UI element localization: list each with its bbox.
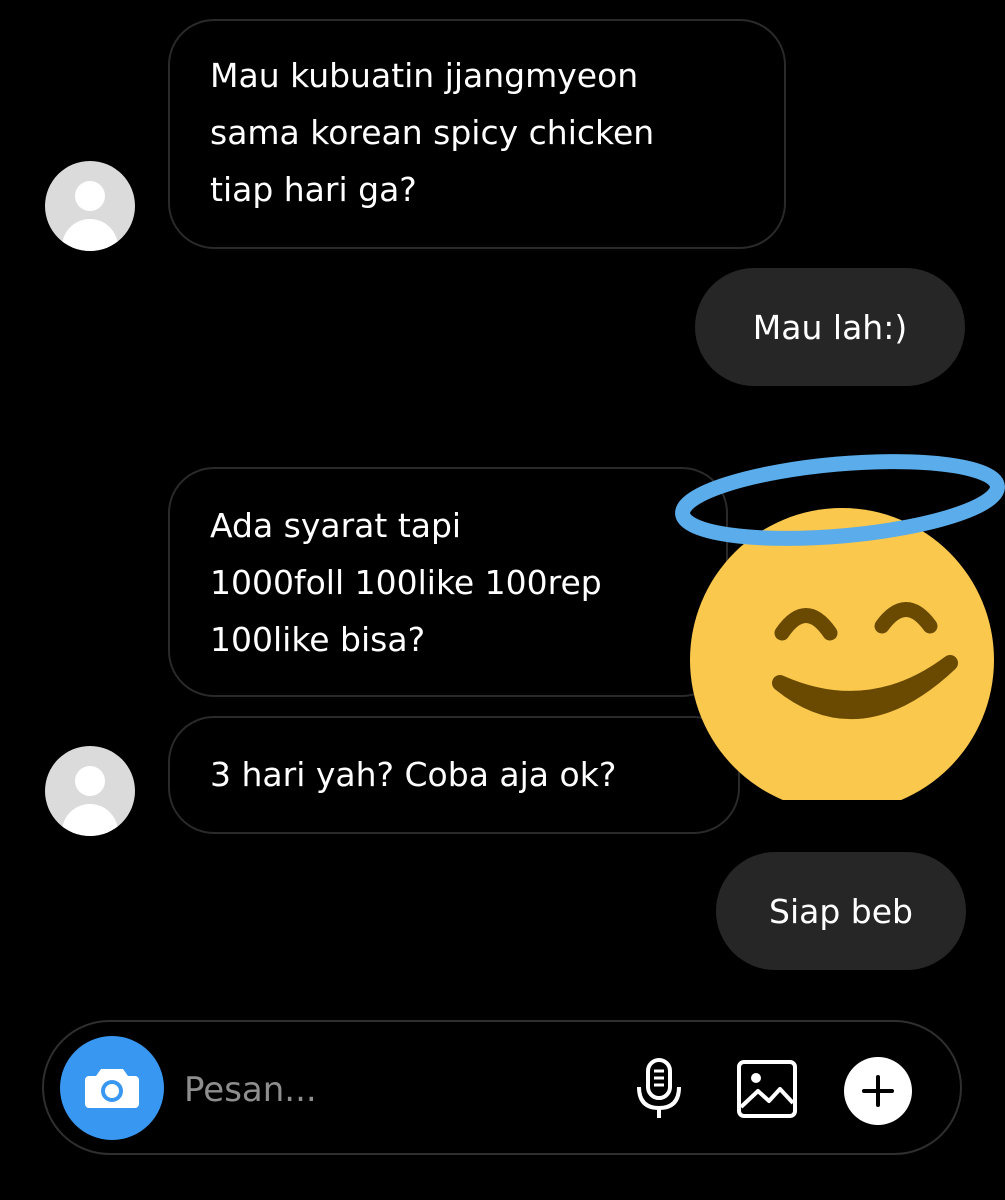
message-text-line: sama korean spicy chicken bbox=[210, 113, 655, 152]
image-gallery-icon bbox=[737, 1060, 797, 1118]
message-input[interactable] bbox=[184, 1062, 604, 1118]
message-text-line: tiap hari ga? bbox=[210, 170, 417, 209]
sender-avatar[interactable] bbox=[45, 746, 135, 836]
microphone-icon bbox=[637, 1058, 681, 1118]
avatar-head bbox=[75, 181, 105, 211]
message-text-line: Mau kubuatin jjangmyeon bbox=[210, 56, 639, 95]
smiling-face-with-halo-icon bbox=[675, 454, 1005, 800]
camera-button[interactable] bbox=[60, 1036, 164, 1140]
incoming-message-bubble[interactable]: Ada syarat tapi 1000foll 100like 100rep … bbox=[168, 467, 728, 697]
message-text-line: 100like bisa? bbox=[210, 620, 426, 659]
message-text: Mau lah:) bbox=[752, 307, 908, 347]
sender-avatar[interactable] bbox=[45, 161, 135, 251]
outgoing-message-bubble[interactable]: Mau lah:) bbox=[695, 268, 965, 386]
camera-icon bbox=[85, 1069, 139, 1108]
message-text-line: Ada syarat tapi bbox=[210, 506, 462, 545]
avatar-body bbox=[62, 219, 118, 251]
gallery-button[interactable] bbox=[734, 1057, 800, 1121]
message-text: Siap beb bbox=[769, 891, 913, 931]
message-composer bbox=[42, 1020, 962, 1155]
plus-icon bbox=[862, 1075, 894, 1107]
avatar-head bbox=[75, 766, 105, 796]
add-button[interactable] bbox=[844, 1057, 912, 1125]
outgoing-message-bubble[interactable]: Siap beb bbox=[716, 852, 966, 970]
incoming-message-bubble[interactable]: 3 hari yah? Coba aja ok? bbox=[168, 716, 740, 834]
incoming-message-bubble[interactable]: Mau kubuatin jjangmyeon sama korean spic… bbox=[168, 19, 786, 249]
voice-message-button[interactable] bbox=[629, 1056, 689, 1122]
message-text-line: 1000foll 100like 100rep bbox=[210, 563, 602, 602]
avatar-body bbox=[62, 804, 118, 836]
message-text-line: 3 hari yah? Coba aja ok? bbox=[210, 755, 617, 794]
